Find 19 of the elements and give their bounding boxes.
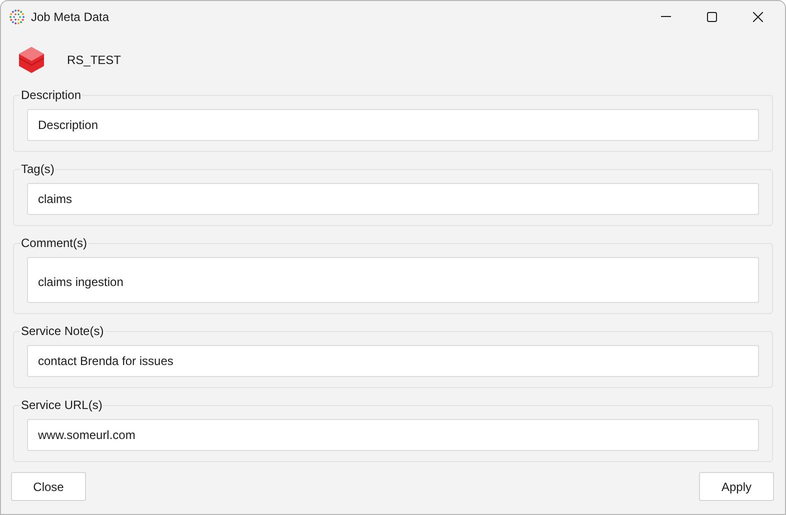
text-field[interactable]: claims bbox=[27, 183, 759, 215]
apply-button[interactable]: Apply bbox=[699, 472, 774, 501]
window-title: Job Meta Data bbox=[31, 8, 110, 26]
text-field[interactable]: contact Brenda for issues bbox=[27, 345, 759, 377]
comment-field[interactable]: claims ingestion bbox=[27, 257, 759, 303]
text-field[interactable]: Description bbox=[27, 109, 759, 141]
app-icon bbox=[9, 8, 25, 24]
text-field[interactable]: www.someurl.com bbox=[27, 419, 759, 451]
group-label: Comment(s) bbox=[20, 236, 88, 251]
maximize-icon bbox=[707, 12, 717, 22]
job-name: RS_TEST bbox=[67, 52, 122, 69]
cube-logo-icon bbox=[18, 46, 45, 74]
group-label: Description bbox=[20, 88, 82, 103]
group-label: Service URL(s) bbox=[20, 398, 104, 413]
minimize-icon bbox=[661, 16, 671, 17]
group-label: Service Note(s) bbox=[20, 324, 105, 339]
close-dialog-button[interactable]: Close bbox=[11, 472, 86, 501]
group-label: Tag(s) bbox=[20, 162, 56, 177]
close-icon bbox=[753, 12, 763, 22]
